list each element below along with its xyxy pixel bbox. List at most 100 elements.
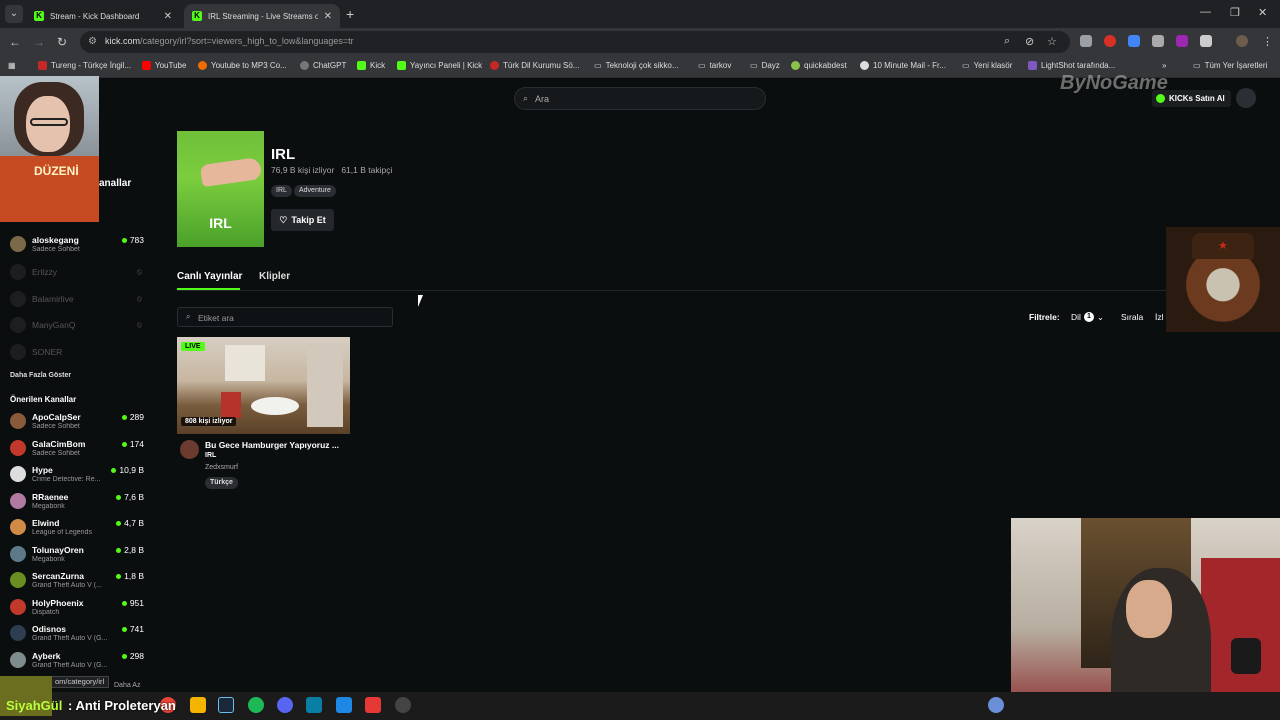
sidebar-channel-manyganq[interactable]: ManyGanQ ⦸ bbox=[10, 313, 144, 337]
bookmark-item[interactable]: ChatGPT bbox=[300, 61, 346, 70]
close-tab-icon[interactable]: ✕ bbox=[324, 11, 332, 22]
restore-icon[interactable]: ❐ bbox=[1230, 6, 1240, 19]
profile-avatar[interactable] bbox=[1236, 35, 1248, 47]
sort-select[interactable]: İzl bbox=[1155, 312, 1164, 322]
tab-search-chevron-icon[interactable]: ⌄ bbox=[5, 5, 23, 23]
avatar bbox=[10, 440, 26, 456]
user-avatar[interactable] bbox=[1236, 88, 1256, 108]
live-dot-icon bbox=[116, 573, 122, 579]
sidebar-channel-recommended[interactable]: ApoCalpSer Sadece Sohbet 289 bbox=[10, 409, 144, 433]
obs-icon[interactable] bbox=[395, 697, 411, 713]
site-info-icon[interactable]: ⚙ bbox=[88, 36, 97, 47]
extension-icon[interactable] bbox=[1176, 35, 1188, 47]
stream-category[interactable]: IRL bbox=[205, 452, 216, 459]
forward-icon[interactable]: → bbox=[33, 35, 45, 49]
folder-icon[interactable] bbox=[190, 697, 206, 713]
folder-icon: ▭ bbox=[750, 61, 758, 70]
bookmark-folder[interactable]: ▭ Teknoloji çok sikko... bbox=[594, 61, 678, 70]
sidebar-channel-recommended[interactable]: RRaenee Megabonk 7,6 B bbox=[10, 489, 144, 513]
overlay-mic bbox=[1231, 638, 1261, 674]
language-filter-button[interactable]: Dil 1 ⌄ bbox=[1066, 309, 1109, 325]
sidebar-channel-recommended[interactable]: Ayberk Grand Theft Auto V (G... 298 bbox=[10, 648, 144, 672]
show-less-button[interactable]: Daha Az bbox=[114, 682, 140, 689]
tag-search-input[interactable] bbox=[198, 311, 388, 324]
sidebar-channel-recommended[interactable]: GalaCimBom Sadece Sohbet 174 bbox=[10, 436, 144, 460]
sidebar-channel-recommended[interactable]: Odisnos Grand Theft Auto V (G... 741 bbox=[10, 621, 144, 645]
extensions-puzzle-icon[interactable] bbox=[1200, 35, 1212, 47]
bookmark-item[interactable]: YouTube bbox=[142, 61, 186, 70]
bookmark-item[interactable]: 10 Minute Mail - Fr... bbox=[860, 61, 946, 70]
apps-grid-icon[interactable]: ▦ bbox=[8, 61, 16, 70]
filter-count-badge: 1 bbox=[1083, 312, 1094, 322]
minimize-icon[interactable]: — bbox=[1200, 6, 1211, 18]
sidebar-channel-aloskegang[interactable]: aloskegang Sadece Sohbet 783 bbox=[10, 232, 144, 256]
spotify-icon[interactable] bbox=[248, 697, 264, 713]
channel-name: HolyPhoenix bbox=[32, 598, 84, 608]
bookmark-folder[interactable]: ▭ Dayz bbox=[750, 61, 780, 70]
close-tab-icon[interactable]: ✕ bbox=[164, 11, 172, 22]
new-tab-icon[interactable]: + bbox=[346, 6, 354, 22]
bookmark-item[interactable]: LightShot tarafında... bbox=[1028, 61, 1115, 70]
sidebar-channel-recommended[interactable]: Elwind League of Legends 4,7 B bbox=[10, 515, 144, 539]
live-badge: LIVE bbox=[181, 342, 205, 351]
tab-live-streams[interactable]: Canlı Yayınlar bbox=[177, 271, 242, 282]
bookmark-item[interactable]: Tureng - Türkçe İngil... bbox=[38, 61, 131, 70]
stream-tag[interactable]: Türkçe bbox=[205, 477, 238, 489]
streamer-avatar[interactable] bbox=[180, 440, 199, 459]
tag-search[interactable]: ⌕ bbox=[177, 307, 393, 327]
eye-off-icon[interactable]: ⊘ bbox=[1025, 35, 1034, 48]
offline-icon: ⦸ bbox=[136, 320, 142, 329]
menu-icon[interactable]: ⋮ bbox=[1262, 35, 1273, 48]
bookmark-item[interactable]: Türk Dil Kurumu Sö... bbox=[490, 61, 579, 70]
extension-icon[interactable] bbox=[1152, 35, 1164, 47]
extension-icon[interactable] bbox=[1128, 35, 1140, 47]
tray-icon[interactable] bbox=[988, 697, 1004, 713]
back-icon[interactable]: ← bbox=[9, 35, 21, 49]
followed-heading-visible: anallar bbox=[99, 178, 132, 189]
tab-clips[interactable]: Klipler bbox=[259, 271, 290, 282]
address-bar[interactable]: ⚙ kick.com/category/irl?sort=viewers_hig… bbox=[80, 31, 1070, 53]
app-icon[interactable] bbox=[336, 697, 352, 713]
category-tag[interactable]: Adventure bbox=[294, 185, 336, 197]
global-search[interactable]: ⌕ bbox=[514, 87, 766, 110]
bookmark-item[interactable]: Kick bbox=[357, 61, 385, 70]
bookmark-item[interactable]: Youtube to MP3 Co... bbox=[198, 61, 287, 70]
browser-tab-dashboard[interactable]: K Stream - Kick Dashboard ✕ bbox=[26, 4, 180, 28]
show-more-button[interactable]: Daha Fazla Göster bbox=[10, 372, 71, 379]
all-bookmarks[interactable]: ▭ Tüm Yer İşaretleri bbox=[1193, 61, 1267, 70]
tab-title: Stream - Kick Dashboard bbox=[50, 11, 140, 21]
sidebar-channel-recommended[interactable]: Hype Crime Detective: Re... 10,9 B bbox=[10, 462, 144, 486]
bookmark-item[interactable]: quickabdest bbox=[791, 61, 847, 70]
bookmark-item[interactable]: Yayıncı Paneli | Kick bbox=[397, 61, 482, 70]
extension-icon[interactable] bbox=[1104, 35, 1116, 47]
browser-tab-irl[interactable]: K IRL Streaming - Live Streams on ✕ bbox=[184, 4, 340, 28]
more-bookmarks-icon[interactable]: » bbox=[1162, 61, 1166, 70]
zoom-icon[interactable]: ⌕ bbox=[1004, 35, 1010, 48]
app-icon[interactable] bbox=[306, 697, 322, 713]
bookmark-folder[interactable]: ▭ tarkov bbox=[698, 61, 731, 70]
discord-icon[interactable] bbox=[277, 697, 293, 713]
stream-title[interactable]: Bu Gece Hamburger Yapıyoruz ... bbox=[205, 440, 339, 450]
live-dot-icon bbox=[121, 441, 127, 447]
category-tag[interactable]: IRL bbox=[271, 185, 292, 197]
streamer-name[interactable]: Zedxsmurf bbox=[205, 464, 238, 471]
sponsor-logo: ByNoGame bbox=[1060, 72, 1168, 94]
extension-icon[interactable] bbox=[1080, 35, 1092, 47]
sidebar-channel-soner[interactable]: SONER bbox=[10, 340, 144, 364]
bookmark-star-icon[interactable]: ☆ bbox=[1047, 35, 1057, 48]
sidebar-channel-recommended[interactable]: HolyPhoenix Dispatch 951 bbox=[10, 595, 144, 619]
follow-button[interactable]: ♡ Takip Et bbox=[271, 209, 334, 231]
search-input[interactable] bbox=[535, 92, 755, 106]
live-dot-icon bbox=[116, 494, 122, 500]
reload-icon[interactable]: ↻ bbox=[57, 35, 67, 49]
sidebar-channel-balamirlive[interactable]: Balamirlive ⦸ bbox=[10, 287, 144, 311]
sidebar-channel-erlizzy[interactable]: Erlizzy ⦸ bbox=[10, 260, 144, 284]
sidebar-channel-recommended[interactable]: SercanZurna Grand Theft Auto V (... 1,8 … bbox=[10, 568, 144, 592]
category-cover-image: IRL bbox=[177, 131, 264, 247]
sidebar-channel-recommended[interactable]: TolunayOren Megabonk 2,8 B bbox=[10, 542, 144, 566]
bookmark-folder[interactable]: ▭ Yeni klasör bbox=[962, 61, 1012, 70]
window-close-icon[interactable]: ✕ bbox=[1258, 6, 1267, 19]
steam-icon[interactable] bbox=[218, 697, 234, 713]
pdf-icon[interactable] bbox=[365, 697, 381, 713]
stream-thumbnail[interactable]: LIVE 808 kişi izliyor bbox=[177, 337, 350, 434]
